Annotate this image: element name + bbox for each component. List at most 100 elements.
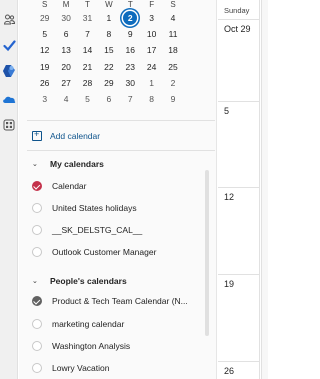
peoples-calendars-label: People's calendars	[50, 276, 127, 286]
mini-calendar-day[interactable]: 31	[77, 10, 98, 26]
mini-calendar-day[interactable]: 22	[98, 59, 119, 75]
calendar-unchecked-icon	[32, 319, 42, 329]
mini-calendar-day[interactable]: 17	[141, 42, 162, 58]
peoples-calendars-header[interactable]: ⌄ People's calendars	[32, 275, 127, 287]
mini-calendar-day[interactable]: 26	[34, 75, 55, 91]
calendar-unchecked-icon	[32, 363, 42, 373]
mini-calendar-day[interactable]: 19	[34, 59, 55, 75]
mini-calendar-day[interactable]: 29	[34, 10, 55, 26]
day-cell[interactable]: 12	[218, 188, 260, 275]
mini-calendar-day[interactable]: 28	[77, 75, 98, 91]
office-apps-icon[interactable]	[2, 64, 16, 78]
weekday-label: T	[127, 0, 133, 9]
day-cell-date: 19	[224, 279, 235, 289]
mini-calendar-day[interactable]: 7	[120, 91, 141, 107]
mini-calendar-day[interactable]: 1	[141, 75, 162, 91]
mini-calendar-day[interactable]: 2	[162, 75, 183, 91]
day-cell[interactable]: 5	[218, 102, 260, 188]
mini-calendar-day[interactable]: 4	[55, 91, 76, 107]
mini-calendar-day[interactable]: 27	[55, 75, 76, 91]
day-cell-date: 12	[224, 192, 235, 202]
mini-calendar-day[interactable]: 11	[162, 26, 183, 42]
mini-calendar-day[interactable]: 3	[141, 10, 162, 26]
mini-calendar-day[interactable]: 10	[141, 26, 162, 42]
calendar-item-label: Product & Tech Team Calendar (N...	[52, 296, 188, 306]
mini-calendar-day[interactable]: 1	[98, 10, 119, 26]
mini-calendar-day[interactable]: 20	[55, 59, 76, 75]
app-rail	[0, 0, 18, 379]
next-column-edge	[261, 0, 268, 379]
calendar-item-label: Lowry Vacation	[52, 363, 110, 373]
mini-calendar-week: 29 30 31 1 2 3 4	[34, 10, 184, 26]
mini-calendar-day[interactable]: 8	[141, 91, 162, 107]
section-divider	[27, 120, 215, 121]
day-cell-date: 5	[224, 106, 230, 116]
day-cell[interactable]: Oct 29	[218, 20, 260, 102]
more-apps-icon[interactable]	[2, 118, 16, 132]
calendar-item-label: Calendar	[52, 181, 87, 191]
mini-calendar-day[interactable]: 7	[77, 26, 98, 42]
chevron-down-icon: ⌄	[32, 278, 38, 285]
mini-calendar-day[interactable]: 5	[34, 26, 55, 42]
mini-calendar-week: 3 4 5 6 7 8 9	[34, 91, 184, 107]
calendar-unchecked-icon	[32, 341, 42, 351]
mini-calendar-day[interactable]: 12	[34, 42, 55, 58]
mini-calendar-week: 5 6 7 8 9 10 11	[34, 26, 184, 42]
onedrive-cloud-icon[interactable]	[2, 92, 16, 106]
calendar-item-us-holidays[interactable]: United States holidays	[32, 201, 137, 215]
mini-calendar-week: 26 27 28 29 30 1 2	[34, 75, 184, 91]
sidebar-scrollbar[interactable]	[205, 170, 209, 336]
weekday-label: S	[170, 0, 176, 9]
calendar-unchecked-icon	[32, 225, 42, 235]
mini-calendar-day[interactable]: 6	[55, 26, 76, 42]
weekday-label: S	[42, 0, 48, 9]
day-cell[interactable]: 26	[218, 362, 260, 379]
chevron-down-icon: ⌄	[32, 161, 38, 168]
calendar-item-label: United States holidays	[52, 203, 137, 213]
section-divider	[27, 150, 215, 151]
mini-calendar-day[interactable]: 9	[120, 26, 141, 42]
calendar-item-label: __SK_DELSTG_CAL__	[52, 225, 143, 235]
mini-calendar-day[interactable]: 23	[120, 59, 141, 75]
mini-calendar-day[interactable]: 3	[34, 91, 55, 107]
calendar-item-label: Outlook Customer Manager	[52, 247, 157, 257]
mini-calendar-day[interactable]: 16	[120, 42, 141, 58]
add-calendar-icon	[32, 129, 42, 141]
mini-calendar-day[interactable]: 15	[98, 42, 119, 58]
people-icon[interactable]	[2, 12, 16, 26]
mini-calendar-day[interactable]: 9	[162, 91, 183, 107]
calendar-item-lowry-vacation[interactable]: Lowry Vacation	[32, 361, 109, 375]
mini-calendar-day[interactable]: 18	[162, 42, 183, 58]
my-calendars-header[interactable]: ⌄ My calendars	[32, 158, 104, 170]
mini-calendar-day[interactable]: 4	[162, 10, 183, 26]
calendar-item-label: marketing calendar	[52, 319, 125, 329]
mini-calendar-day[interactable]: 5	[77, 91, 98, 107]
calendar-item-washington-analysis[interactable]: Washington Analysis	[32, 339, 130, 353]
mini-calendar-day[interactable]: 30	[120, 75, 141, 91]
mini-calendar-day[interactable]: 29	[98, 75, 119, 91]
mini-calendar-day[interactable]: 25	[162, 59, 183, 75]
add-calendar-button[interactable]: Add calendar	[32, 129, 100, 143]
calendar-sidebar: S M T W T F S 29 30 31 1 2 3 4 5 6 7 8 9…	[19, 0, 217, 379]
calendar-item-product-tech-team[interactable]: Product & Tech Team Calendar (N...	[32, 294, 188, 308]
calendar-unchecked-icon	[32, 247, 42, 257]
weekday-label: T	[85, 0, 90, 9]
calendar-item-sk-delstg[interactable]: __SK_DELSTG_CAL__	[32, 223, 142, 237]
weekday-header-row: S M T W T F S	[34, 0, 184, 10]
mini-calendar-day[interactable]: 14	[77, 42, 98, 58]
weekday-label: M	[62, 0, 70, 9]
my-calendars-label: My calendars	[50, 159, 104, 169]
mini-calendar-day[interactable]: 24	[141, 59, 162, 75]
todo-check-icon[interactable]	[2, 38, 16, 52]
day-cell[interactable]: 19	[218, 275, 260, 362]
calendar-item-calendar[interactable]: Calendar	[32, 179, 87, 193]
mini-calendar-day[interactable]: 8	[98, 26, 119, 42]
calendar-item-marketing[interactable]: marketing calendar	[32, 317, 124, 331]
mini-calendar-day[interactable]: 30	[55, 10, 76, 26]
day-cell-date: Oct 29	[224, 24, 251, 34]
mini-calendar-day[interactable]: 13	[55, 42, 76, 58]
mini-calendar-today[interactable]: 2	[120, 10, 141, 26]
mini-calendar-day[interactable]: 6	[98, 91, 119, 107]
calendar-item-outlook-customer-manager[interactable]: Outlook Customer Manager	[32, 245, 156, 259]
mini-calendar-day[interactable]: 21	[77, 59, 98, 75]
